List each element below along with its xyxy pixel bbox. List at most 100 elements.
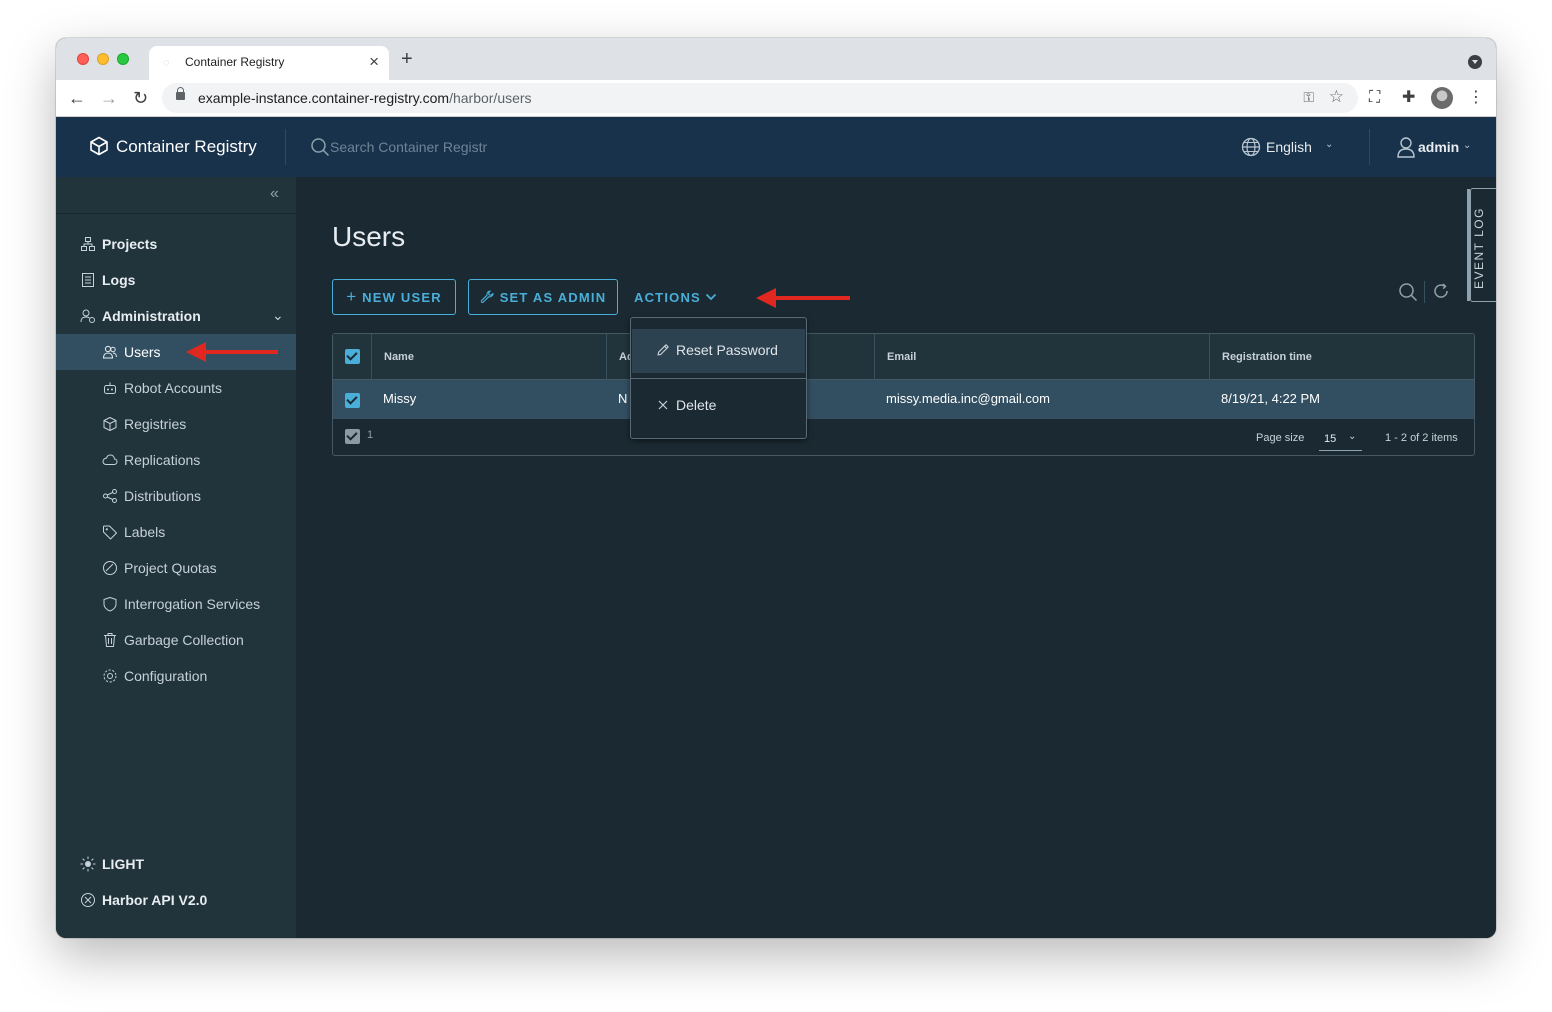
- refresh-icon[interactable]: [1432, 282, 1450, 300]
- sidebar-item-interrogation-services[interactable]: Interrogation Services: [56, 586, 296, 622]
- page-size-select[interactable]: 15 ⌄: [1319, 427, 1362, 451]
- language-selector[interactable]: English: [1266, 139, 1312, 155]
- page-size-label: Page size: [1256, 432, 1305, 444]
- sidebar-item-project-quotas[interactable]: Project Quotas: [56, 550, 296, 586]
- sidebar-item-distributions[interactable]: Distributions: [56, 478, 296, 514]
- projects-icon: [81, 237, 95, 251]
- column-header-name[interactable]: Name: [371, 334, 606, 380]
- sidebar-item-label: Project Quotas: [124, 560, 217, 576]
- bookmark-star-icon[interactable]: ☆: [1329, 87, 1344, 107]
- sidebar-item-garbage-collection[interactable]: Garbage Collection: [56, 622, 296, 658]
- main-content: Users + NEW USER SET AS ADMIN ACTIONS Na…: [296, 177, 1496, 938]
- trash-icon: [104, 633, 116, 647]
- chevron-down-icon[interactable]: ⌄: [1325, 139, 1333, 150]
- sidebar-item-administration[interactable]: Administration ⌄: [56, 298, 296, 334]
- row-checkbox[interactable]: [345, 393, 360, 408]
- tab-search-icon[interactable]: [1468, 55, 1482, 69]
- sidebar-item-label: Administration: [102, 308, 201, 324]
- cell-admin: N: [618, 391, 628, 406]
- key-icon[interactable]: ⚿: [1303, 89, 1314, 106]
- logs-icon: [82, 273, 94, 287]
- sidebar-item-replications[interactable]: Replications: [56, 442, 296, 478]
- sidebar-item-logs[interactable]: Logs: [56, 262, 296, 298]
- sidebar-item-label: Replications: [124, 452, 201, 468]
- gear-icon: [103, 669, 117, 683]
- event-log-label: EVENT LOG: [1472, 207, 1486, 289]
- globe-icon: [1241, 137, 1261, 157]
- set-as-admin-button[interactable]: SET AS ADMIN: [468, 279, 618, 315]
- profile-avatar[interactable]: [1431, 87, 1453, 109]
- minimize-window-button[interactable]: [97, 53, 109, 65]
- screen-capture-icon[interactable]: ⛶: [1369, 88, 1380, 108]
- sidebar-item-label: Robot Accounts: [124, 380, 223, 396]
- reload-icon[interactable]: ↻: [133, 88, 148, 108]
- cell-email: missy.media.inc@gmail.com: [886, 391, 1050, 406]
- event-log-tab[interactable]: EVENT LOG: [1467, 188, 1496, 302]
- sidebar-item-label: Logs: [102, 272, 136, 288]
- tab-title: Container Registry: [185, 55, 285, 69]
- sidebar-item-label: Garbage Collection: [124, 632, 244, 648]
- api-link[interactable]: Harbor API V2.0: [56, 882, 296, 918]
- shield-icon: [103, 597, 117, 612]
- browser-window: ◌ Container Registry × + ← → ↻ example-i…: [56, 38, 1496, 938]
- sidebar-item-projects[interactable]: Projects: [56, 226, 296, 262]
- url-text[interactable]: example-instance.container-registry.com/…: [198, 90, 532, 106]
- sidebar-item-label: Labels: [124, 524, 166, 540]
- reset-password-menu-item[interactable]: Reset Password: [632, 329, 805, 373]
- annotation-arrow: [186, 342, 278, 362]
- app-header: Container Registry English ⌄ admin ⌄: [56, 117, 1496, 177]
- forward-arrow-icon[interactable]: →: [100, 88, 118, 108]
- datagrid-header: Name Ad Email Registration time: [333, 334, 1474, 380]
- close-icon: [658, 400, 668, 410]
- users-datagrid: Name Ad Email Registration time Missy N …: [332, 333, 1475, 456]
- close-window-button[interactable]: [77, 53, 89, 65]
- sidebar-divider: [56, 213, 296, 214]
- selection-count: 1: [367, 429, 374, 441]
- delete-menu-item[interactable]: Delete: [632, 384, 805, 428]
- tab-close-icon[interactable]: ×: [369, 52, 379, 72]
- sidebar-item-labels[interactable]: Labels: [56, 514, 296, 550]
- lock-icon: [176, 87, 185, 100]
- browser-tab[interactable]: ◌ Container Registry ×: [149, 46, 389, 80]
- global-search-input[interactable]: [330, 135, 570, 159]
- collapse-sidebar-icon[interactable]: «: [270, 185, 279, 203]
- chevron-down-icon[interactable]: ⌄: [272, 306, 284, 324]
- new-user-button[interactable]: + NEW USER: [332, 279, 456, 315]
- new-user-label: NEW USER: [362, 289, 442, 305]
- toolbar-divider: [1424, 281, 1425, 303]
- column-header-email[interactable]: Email: [874, 334, 1209, 380]
- column-header-registration-time[interactable]: Registration time: [1209, 334, 1474, 380]
- menu-divider: [631, 378, 806, 379]
- user-icon: [1397, 137, 1415, 158]
- chevron-down-icon: ⌄: [1348, 431, 1357, 442]
- chevron-down-icon[interactable]: ⌄: [1463, 140, 1471, 151]
- labels-icon: [103, 525, 117, 540]
- registries-icon: [103, 417, 117, 431]
- maximize-window-button[interactable]: [117, 53, 129, 65]
- back-arrow-icon[interactable]: ←: [68, 88, 86, 108]
- actions-dropdown-menu: Reset Password Delete: [630, 317, 807, 439]
- address-bar[interactable]: example-instance.container-registry.com/…: [162, 83, 1358, 113]
- table-row[interactable]: Missy N missy.media.inc@gmail.com 8/19/2…: [333, 380, 1474, 418]
- new-tab-button[interactable]: +: [401, 49, 413, 69]
- cell-name: Missy: [383, 391, 417, 406]
- brand-name[interactable]: Container Registry: [116, 137, 257, 157]
- select-all-checkbox[interactable]: [345, 349, 360, 364]
- page-title: Users: [332, 221, 406, 252]
- grid-search-icon[interactable]: [1398, 282, 1418, 302]
- sidebar-item-configuration[interactable]: Configuration: [56, 658, 296, 694]
- sidebar-item-registries[interactable]: Registries: [56, 406, 296, 442]
- theme-toggle[interactable]: LIGHT: [56, 846, 296, 882]
- chevron-down-icon: [705, 293, 717, 301]
- sidebar-item-label: Configuration: [124, 668, 208, 684]
- actions-button[interactable]: ACTIONS: [634, 279, 717, 315]
- extensions-puzzle-icon[interactable]: ✚: [1402, 88, 1415, 108]
- browser-menu-icon[interactable]: ⋮: [1468, 88, 1484, 108]
- sidebar-item-label: Distributions: [124, 488, 202, 504]
- sidebar-item-label: Users: [124, 344, 161, 360]
- browser-toolbar: ← → ↻ example-instance.container-registr…: [56, 80, 1496, 117]
- quotas-icon: [103, 561, 117, 575]
- sidebar-item-label: Interrogation Services: [124, 596, 261, 612]
- user-menu[interactable]: admin: [1418, 139, 1459, 155]
- sidebar-item-robot-accounts[interactable]: Robot Accounts: [56, 370, 296, 406]
